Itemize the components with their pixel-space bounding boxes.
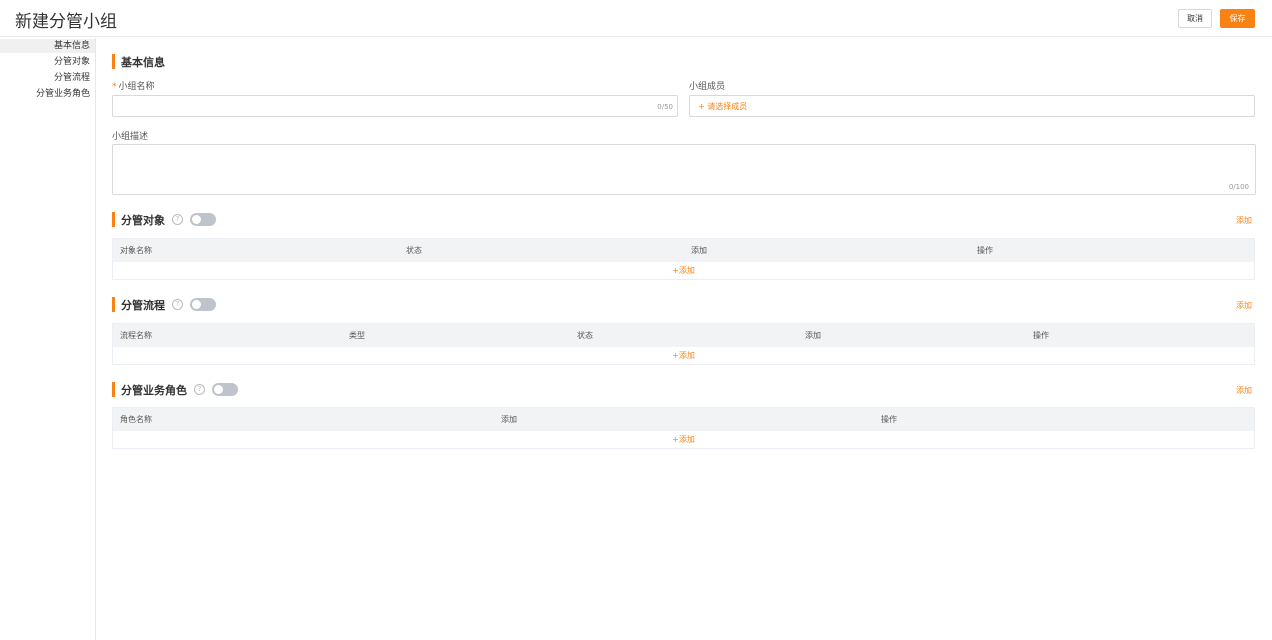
toggle-knob bbox=[192, 215, 201, 224]
toggle-knob bbox=[192, 300, 201, 309]
section-accent-bar bbox=[112, 54, 115, 69]
help-circle-icon[interactable]: ? bbox=[172, 299, 183, 310]
group-members-field[interactable]: + 请选择成员 bbox=[689, 95, 1255, 117]
column-header: 流程名称 bbox=[120, 331, 152, 340]
basic-info-section-title: 基本信息 bbox=[112, 54, 165, 69]
table-header: 角色名称 添加 操作 bbox=[113, 408, 1254, 431]
required-mark: * bbox=[112, 82, 117, 92]
roles-table: 角色名称 添加 操作 +添加 bbox=[112, 407, 1255, 449]
column-header: 添加 bbox=[805, 331, 821, 340]
sidebar: 基本信息 分管对象 分管流程 分管业务角色 bbox=[0, 38, 96, 640]
column-header: 添加 bbox=[501, 415, 517, 424]
objects-row-add-link[interactable]: +添加 bbox=[672, 266, 695, 275]
column-header: 添加 bbox=[691, 246, 707, 255]
section-title-text: 基本信息 bbox=[121, 55, 165, 69]
page-title: 新建分管小组 bbox=[15, 12, 117, 32]
section-accent-bar bbox=[112, 212, 115, 227]
cancel-button[interactable]: 取消 bbox=[1178, 9, 1212, 28]
group-desc-counter: 0/100 bbox=[1228, 183, 1249, 191]
processes-section-title: 分管流程 ? bbox=[112, 297, 216, 312]
objects-add-link[interactable]: 添加 bbox=[1236, 215, 1252, 226]
sidebar-item-basic-info[interactable]: 基本信息 bbox=[0, 39, 95, 53]
table-row: +添加 bbox=[113, 262, 1254, 279]
page-header: 新建分管小组 取消 保存 bbox=[0, 0, 1272, 37]
help-circle-icon[interactable]: ? bbox=[194, 384, 205, 395]
table-header: 流程名称 类型 状态 添加 操作 bbox=[113, 324, 1254, 347]
group-name-label: * 小组名称 bbox=[112, 79, 155, 92]
column-header: 类型 bbox=[349, 331, 365, 340]
table-header: 对象名称 状态 添加 操作 bbox=[113, 239, 1254, 262]
section-title-text: 分管流程 bbox=[121, 298, 165, 312]
roles-section-title: 分管业务角色 ? bbox=[112, 382, 238, 397]
table-row: +添加 bbox=[113, 347, 1254, 364]
objects-table: 对象名称 状态 添加 操作 +添加 bbox=[112, 238, 1255, 280]
select-members-link[interactable]: + 请选择成员 bbox=[698, 101, 747, 112]
group-name-label-text: 小组名称 bbox=[118, 82, 155, 92]
column-header: 对象名称 bbox=[120, 246, 152, 255]
column-header: 角色名称 bbox=[120, 415, 152, 424]
group-desc-label: 小组描述 bbox=[112, 132, 149, 142]
toggle-knob bbox=[214, 385, 223, 394]
roles-toggle[interactable] bbox=[212, 383, 238, 396]
roles-add-link[interactable]: 添加 bbox=[1236, 385, 1252, 396]
objects-toggle[interactable] bbox=[190, 213, 216, 226]
roles-row-add-link[interactable]: +添加 bbox=[672, 435, 695, 444]
help-circle-icon[interactable]: ? bbox=[172, 214, 183, 225]
processes-table: 流程名称 类型 状态 添加 操作 +添加 bbox=[112, 323, 1255, 365]
group-desc-textarea[interactable]: 0/100 bbox=[112, 144, 1256, 195]
objects-section-title: 分管对象 ? bbox=[112, 212, 216, 227]
table-row: +添加 bbox=[113, 431, 1254, 448]
section-title-text: 分管对象 bbox=[121, 213, 165, 227]
processes-add-link[interactable]: 添加 bbox=[1236, 300, 1252, 311]
section-accent-bar bbox=[112, 297, 115, 312]
sidebar-item-roles[interactable]: 分管业务角色 bbox=[0, 87, 95, 101]
section-title-text: 分管业务角色 bbox=[121, 383, 187, 397]
column-header: 状态 bbox=[577, 331, 593, 340]
group-name-counter: 0/50 bbox=[657, 103, 673, 111]
column-header: 操作 bbox=[977, 246, 993, 255]
column-header: 状态 bbox=[406, 246, 422, 255]
processes-toggle[interactable] bbox=[190, 298, 216, 311]
section-accent-bar bbox=[112, 382, 115, 397]
group-name-input[interactable]: 0/50 bbox=[112, 95, 678, 117]
sidebar-item-processes[interactable]: 分管流程 bbox=[0, 71, 95, 85]
sidebar-item-objects[interactable]: 分管对象 bbox=[0, 55, 95, 69]
save-button[interactable]: 保存 bbox=[1220, 9, 1255, 28]
processes-row-add-link[interactable]: +添加 bbox=[672, 351, 695, 360]
column-header: 操作 bbox=[1033, 331, 1049, 340]
group-members-label: 小组成员 bbox=[689, 82, 726, 92]
column-header: 操作 bbox=[881, 415, 897, 424]
